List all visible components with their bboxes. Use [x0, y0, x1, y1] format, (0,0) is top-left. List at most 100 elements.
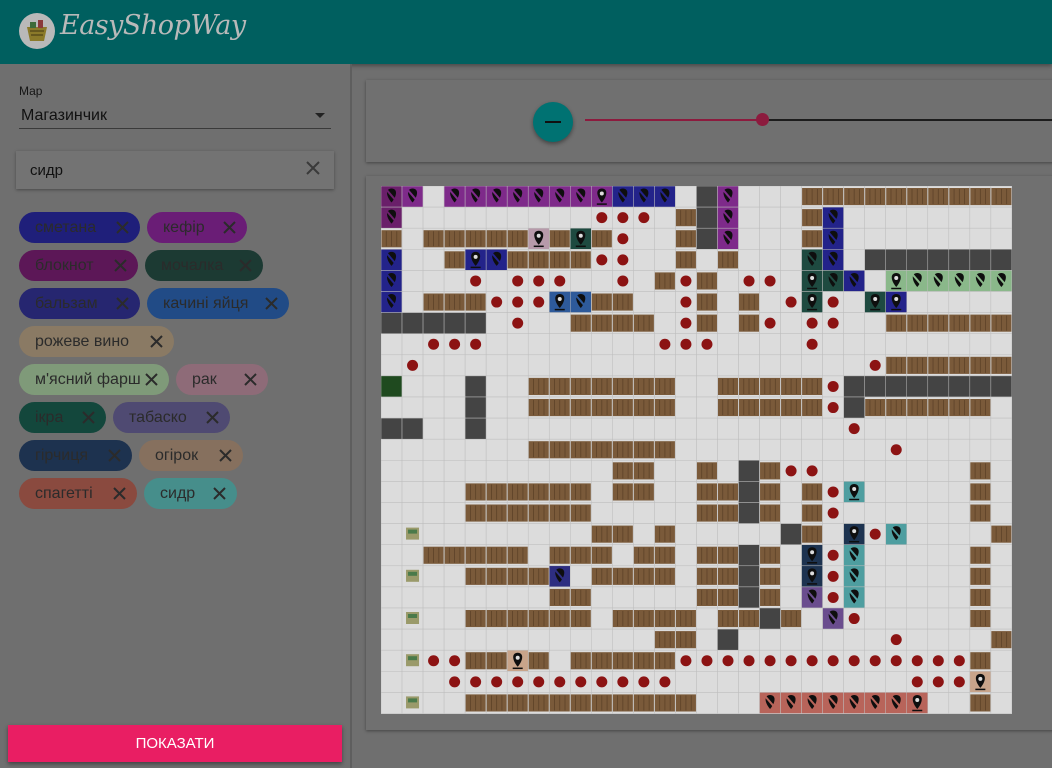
zoom-slider-thumb[interactable]	[756, 113, 769, 126]
close-icon[interactable]	[264, 296, 279, 311]
chip-label: рожеве вино	[35, 333, 130, 350]
floor-cell	[843, 206, 865, 229]
wall-cell	[381, 312, 403, 334]
close-icon[interactable]	[243, 372, 258, 387]
floor-cell	[654, 291, 676, 313]
zoom-slider-track[interactable]	[763, 119, 1052, 121]
shelf-cell	[591, 438, 613, 461]
close-icon[interactable]	[81, 410, 96, 425]
shelf-cell	[948, 354, 971, 377]
floor-cell	[780, 249, 802, 271]
shelf-cell	[464, 649, 487, 672]
chip[interactable]: рожеве вино	[19, 326, 174, 357]
chip[interactable]: гірчиця	[19, 440, 132, 471]
close-icon[interactable]	[212, 486, 227, 501]
chip[interactable]: табаско	[113, 402, 230, 433]
shelf-cell	[485, 227, 508, 250]
floor-cell	[843, 291, 865, 313]
chip[interactable]: огірок	[139, 440, 243, 471]
close-icon[interactable]	[115, 296, 130, 311]
shelf-cell	[612, 438, 634, 461]
shelf-cell	[633, 438, 655, 461]
floor-cell	[948, 544, 971, 567]
close-icon[interactable]	[112, 486, 127, 501]
map-pin-icon	[801, 544, 823, 567]
wall-cell	[422, 312, 445, 334]
close-icon[interactable]	[304, 159, 322, 177]
chip[interactable]: спагетті	[19, 478, 137, 509]
floor-cell	[759, 206, 781, 229]
route-dot	[927, 671, 950, 693]
floor-cell	[548, 649, 571, 672]
store-map[interactable]	[381, 186, 1012, 714]
chip[interactable]: сидр	[144, 478, 237, 509]
route-dot	[906, 671, 929, 693]
app-title[interactable]: EasyShopWay	[60, 10, 246, 41]
shelf-cell	[654, 523, 676, 545]
map-select[interactable]: Магазинчик	[19, 102, 331, 129]
floor-cell	[548, 417, 571, 440]
close-icon[interactable]	[238, 258, 253, 273]
route-dot	[570, 671, 592, 693]
map-pin-off-icon	[822, 227, 844, 250]
map-select-label: Мар	[19, 84, 43, 98]
floor-cell	[780, 628, 802, 651]
shelf-cell	[990, 354, 1012, 377]
floor-cell	[780, 565, 802, 588]
shelf-cell	[633, 396, 655, 419]
close-icon[interactable]	[113, 258, 128, 273]
close-icon[interactable]	[144, 372, 159, 387]
shelf-cell	[485, 544, 508, 567]
map-pin-off-icon	[381, 186, 403, 208]
chip[interactable]: качині яйця	[147, 288, 289, 319]
shelf-cell	[633, 460, 655, 482]
close-icon[interactable]	[218, 448, 233, 463]
floor-cell	[633, 291, 655, 313]
close-icon[interactable]	[222, 220, 237, 235]
floor-cell	[990, 586, 1012, 609]
shelf-cell	[548, 396, 571, 419]
chip[interactable]: сметана	[19, 212, 140, 243]
zoom-out-button[interactable]	[533, 102, 573, 142]
floor-cell	[485, 333, 508, 356]
floor-cell	[612, 586, 634, 609]
chip[interactable]: бальзам	[19, 288, 140, 319]
shelf-cell	[990, 523, 1012, 545]
chip[interactable]: блокнот	[19, 250, 138, 281]
route-dot	[422, 649, 445, 672]
close-icon[interactable]	[149, 334, 164, 349]
shelf-cell	[675, 628, 697, 651]
wall-cell	[906, 249, 929, 271]
route-dot	[822, 565, 844, 588]
chip-label: кефір	[163, 219, 205, 236]
floor-cell	[927, 628, 950, 651]
shelf-cell	[464, 544, 487, 567]
shelf-cell	[759, 396, 781, 419]
show-button[interactable]: ПОКАЗАТИ	[8, 725, 342, 762]
shelf-cell	[612, 375, 634, 398]
chip[interactable]: рак	[176, 364, 268, 395]
floor-cell	[948, 460, 971, 482]
floor-cell	[885, 586, 908, 609]
floor-cell	[401, 544, 424, 567]
close-icon[interactable]	[107, 448, 122, 463]
chip[interactable]: м'ясний фарш	[19, 364, 169, 395]
wall-cell	[864, 249, 886, 271]
route-dot	[401, 354, 424, 377]
zoom-slider-fill	[585, 119, 763, 121]
chip[interactable]: ікра	[19, 402, 106, 433]
floor-cell	[506, 333, 529, 356]
floor-cell	[906, 565, 929, 588]
shelf-cell	[591, 227, 613, 250]
floor-cell	[738, 249, 760, 271]
chip[interactable]: мочалка	[145, 250, 263, 281]
search-input[interactable]	[30, 160, 290, 180]
shelf-cell	[548, 692, 571, 714]
close-icon[interactable]	[205, 410, 220, 425]
shopping-basket-icon[interactable]	[18, 12, 56, 50]
route-dot	[864, 649, 886, 672]
floor-cell	[527, 586, 550, 609]
chip[interactable]: кефір	[147, 212, 247, 243]
shelf-cell	[570, 481, 592, 503]
close-icon[interactable]	[115, 220, 130, 235]
